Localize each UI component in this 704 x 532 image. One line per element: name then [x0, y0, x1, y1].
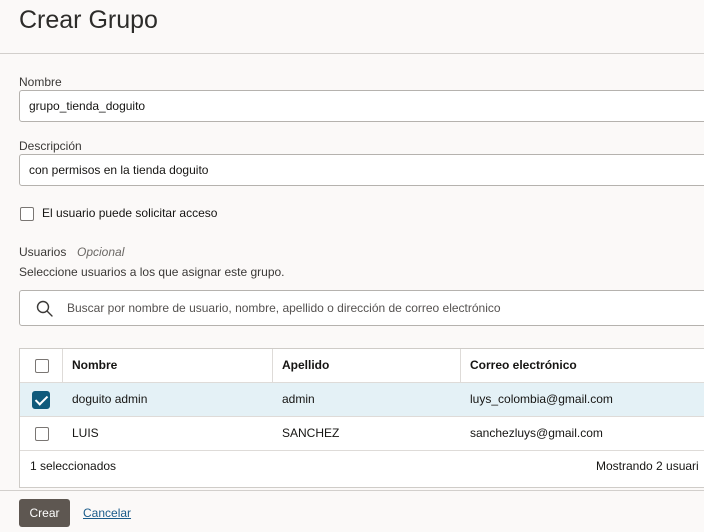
- cell-first-name: doguito admin: [72, 392, 148, 406]
- users-optional-label: Opcional: [77, 245, 125, 259]
- column-header-last-name[interactable]: Apellido: [282, 349, 329, 382]
- table-header-row: Nombre Apellido Correo electrónico: [20, 349, 704, 383]
- description-label: Descripción: [19, 139, 82, 153]
- search-icon: [36, 300, 53, 317]
- name-field[interactable]: [19, 90, 704, 122]
- page-title: Crear Grupo: [19, 6, 158, 34]
- name-label: Nombre: [19, 75, 62, 89]
- showing-count: Mostrando 2 usuari: [596, 459, 699, 473]
- request-access-checkbox[interactable]: [20, 207, 34, 221]
- selected-count: 1 seleccionados: [30, 459, 117, 473]
- row-checkbox[interactable]: [35, 427, 49, 441]
- user-search-box[interactable]: [19, 290, 704, 326]
- users-table: Nombre Apellido Correo electrónico dogui…: [19, 348, 704, 488]
- column-header-first-name[interactable]: Nombre: [72, 349, 117, 382]
- cell-first-name: LUIS: [72, 426, 99, 440]
- description-field[interactable]: [19, 154, 704, 186]
- select-all-checkbox[interactable]: [35, 359, 49, 373]
- column-divider: [460, 349, 461, 383]
- cell-last-name: admin: [282, 392, 315, 406]
- users-label: Usuarios: [19, 245, 67, 259]
- cell-email: sanchezluys@gmail.com: [470, 426, 603, 440]
- users-help-text: Seleccione usuarios a los que asignar es…: [19, 265, 285, 279]
- table-row[interactable]: doguito admin admin luys_colombia@gmail.…: [20, 383, 704, 417]
- search-input[interactable]: [67, 291, 704, 325]
- request-access-label: El usuario puede solicitar acceso: [42, 206, 218, 220]
- create-group-form: Nombre Descripción El usuario puede soli…: [0, 54, 704, 490]
- table-row[interactable]: LUIS SANCHEZ sanchezluys@gmail.com: [20, 417, 704, 451]
- row-checkbox[interactable]: [32, 391, 50, 409]
- column-divider: [62, 349, 63, 383]
- form-actions: Crear Cancelar: [0, 490, 704, 532]
- column-divider: [272, 349, 273, 383]
- cell-last-name: SANCHEZ: [282, 426, 340, 440]
- create-button[interactable]: Crear: [19, 499, 70, 527]
- page-header: Crear Grupo: [0, 0, 704, 54]
- table-footer: 1 seleccionados Mostrando 2 usuari: [20, 451, 704, 487]
- cell-email: luys_colombia@gmail.com: [470, 392, 613, 406]
- column-header-email[interactable]: Correo electrónico: [470, 349, 577, 382]
- cancel-link[interactable]: Cancelar: [83, 506, 131, 520]
